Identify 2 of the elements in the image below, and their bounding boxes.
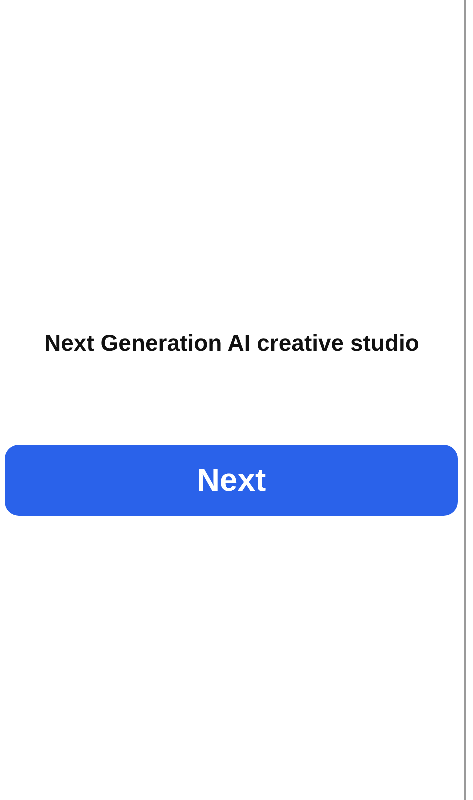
headline: Next Generation AI creative studio bbox=[44, 329, 420, 358]
next-button[interactable]: Next bbox=[5, 445, 458, 516]
